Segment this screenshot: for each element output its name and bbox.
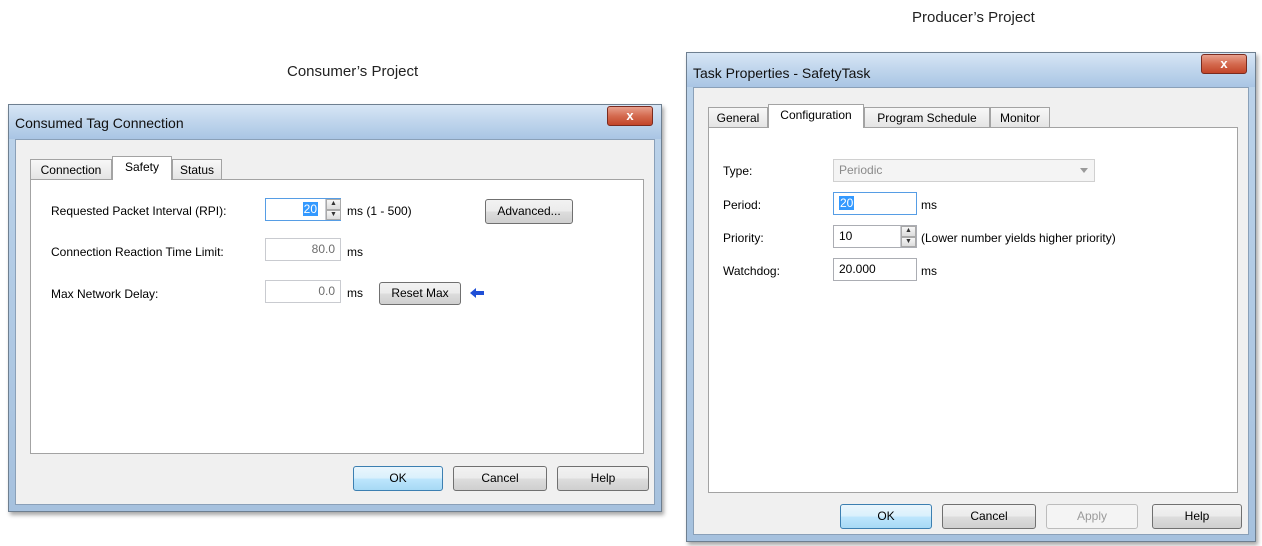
max-network-delay-field: 0.0 [265, 280, 341, 303]
tab-safety[interactable]: Safety [112, 156, 172, 180]
tab-monitor-label: Monitor [999, 111, 1040, 125]
priority-value: 10 [839, 229, 853, 243]
tab-safety-label: Safety [124, 160, 160, 174]
tab-general[interactable]: General [708, 107, 768, 128]
period-value: 20 [839, 196, 855, 210]
safety-tab-panel: Requested Packet Interval (RPI): 20 ▲ ▼ … [30, 179, 644, 454]
max-network-delay-label: Max Network Delay: [51, 287, 159, 301]
consumer-client-area: Connection Safety Status Requested Packe… [15, 139, 655, 505]
priority-spinner[interactable]: ▲ ▼ [900, 226, 916, 247]
left-arrow-icon [470, 288, 484, 298]
task-properties-window: Task Properties - SafetyTask x General C… [686, 52, 1256, 542]
tab-configuration[interactable]: Configuration [768, 104, 864, 128]
priority-hint: (Lower number yields higher priority) [921, 231, 1116, 245]
configuration-tab-panel: Type: Periodic Period: 20 ms Priority: 1… [708, 127, 1238, 493]
period-unit: ms [921, 198, 937, 212]
producer-close-button[interactable]: x [1201, 54, 1247, 74]
period-input[interactable]: 20 [833, 192, 917, 215]
spin-up-icon[interactable]: ▲ [901, 226, 916, 237]
type-dropdown: Periodic [833, 159, 1095, 182]
tab-connection[interactable]: Connection [30, 159, 112, 180]
rpi-spinner[interactable]: ▲ ▼ [325, 199, 341, 220]
mnd-unit: ms [347, 286, 363, 300]
consumer-window-title: Consumed Tag Connection [15, 115, 184, 131]
close-icon: x [626, 108, 634, 123]
type-label: Type: [723, 164, 753, 178]
watchdog-input[interactable]: 20.000 [833, 258, 917, 281]
reset-max-button[interactable]: Reset Max [379, 282, 461, 305]
producer-help-button[interactable]: Help [1152, 504, 1242, 529]
consumer-title-bar[interactable]: Consumed Tag Connection x [9, 105, 661, 139]
consumer-help-button[interactable]: Help [557, 466, 649, 491]
type-value: Periodic [839, 163, 883, 177]
tab-program-schedule-label: Program Schedule [877, 111, 977, 125]
producer-title-bar[interactable]: Task Properties - SafetyTask x [687, 53, 1255, 87]
spin-down-icon[interactable]: ▼ [901, 236, 916, 247]
spin-up-icon[interactable]: ▲ [326, 199, 341, 210]
connection-reaction-time-limit-label: Connection Reaction Time Limit: [51, 245, 224, 259]
period-label: Period: [723, 198, 762, 212]
consumed-tag-connection-window: Consumed Tag Connection x Connection Saf… [8, 104, 662, 512]
watchdog-label: Watchdog: [723, 264, 780, 278]
rpi-label: Requested Packet Interval (RPI): [51, 204, 227, 218]
tab-connection-label: Connection [40, 163, 102, 177]
priority-label: Priority: [723, 231, 764, 245]
consumer-cancel-button[interactable]: Cancel [453, 466, 547, 491]
connection-reaction-time-limit-field: 80.0 [265, 238, 341, 261]
producer-window-title: Task Properties - SafetyTask [693, 65, 871, 81]
watchdog-unit: ms [921, 264, 937, 278]
producer-cancel-button[interactable]: Cancel [942, 504, 1036, 529]
tab-monitor[interactable]: Monitor [990, 107, 1050, 128]
producer-apply-button[interactable]: Apply [1046, 504, 1138, 529]
producer-ok-button[interactable]: OK [840, 504, 932, 529]
chevron-down-icon [1080, 168, 1088, 173]
consumer-project-caption: Consumer’s Project [287, 63, 419, 80]
producer-client-area: General Configuration Program Schedule M… [693, 87, 1249, 535]
rpi-unit-range: ms (1 - 500) [347, 204, 412, 218]
close-icon: x [1220, 56, 1228, 71]
consumer-close-button[interactable]: x [607, 106, 653, 126]
rpi-value: 20 [302, 202, 318, 216]
tab-program-schedule[interactable]: Program Schedule [864, 107, 990, 128]
tab-general-label: General [716, 111, 760, 125]
crtl-unit: ms [347, 245, 363, 259]
spin-down-icon[interactable]: ▼ [326, 209, 341, 220]
tab-status-label: Status [179, 163, 215, 177]
consumer-ok-button[interactable]: OK [353, 466, 443, 491]
advanced-button[interactable]: Advanced... [485, 199, 573, 224]
tab-configuration-label: Configuration [780, 108, 852, 122]
producer-project-caption: Producer’s Project [912, 9, 1035, 26]
tab-status[interactable]: Status [172, 159, 222, 180]
